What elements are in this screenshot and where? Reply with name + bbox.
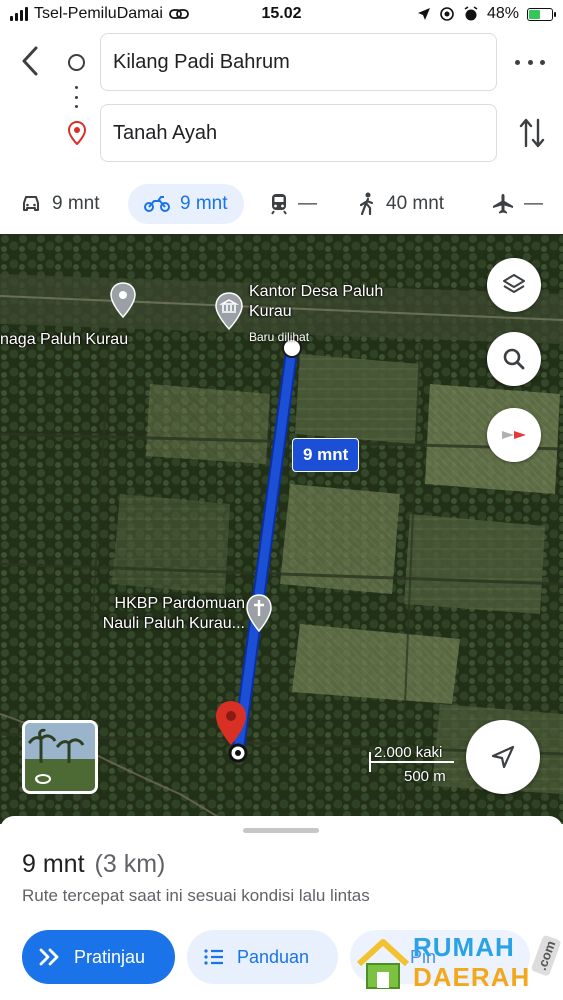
destination-input[interactable]: Tanah Ayah — [100, 104, 497, 162]
tab-transit[interactable]: — — [270, 184, 317, 224]
travel-mode-tabs: 9 mnt 9 mnt — 40 mnt — — [0, 184, 563, 226]
street-view-image — [25, 723, 95, 791]
tab-flight-label: — — [524, 193, 543, 214]
house-icon — [356, 939, 410, 989]
more-options-icon[interactable] — [515, 50, 545, 74]
layers-button[interactable] — [487, 258, 541, 312]
church-icon[interactable] — [245, 594, 273, 632]
route-duration: 9 mnt — [22, 850, 85, 878]
sheet-drag-handle[interactable] — [243, 828, 319, 833]
route-summary-sheet[interactable]: 9 mnt (3 km) Rute tercepat saat ini sesua… — [0, 816, 563, 1000]
alarm-icon — [464, 6, 478, 21]
motorcycle-icon — [144, 196, 170, 212]
map-label-church[interactable]: HKBP Pardomuan Nauli Paluh Kurau... — [80, 594, 245, 634]
government-building-icon[interactable] — [214, 292, 244, 330]
watermark-logo: RUMAH DAERAH .com — [355, 932, 562, 998]
tab-flight[interactable]: — — [492, 184, 543, 224]
scale-imperial: 2.000 kaki — [374, 744, 443, 761]
preview-button[interactable]: Pratinjau — [22, 930, 175, 984]
tab-car-label: 9 mnt — [52, 193, 100, 214]
battery-percent: 48% — [486, 5, 519, 22]
search-button[interactable] — [487, 332, 541, 386]
watermark-line1: RUMAH — [413, 932, 515, 962]
tab-walk[interactable]: 40 mnt — [358, 184, 444, 224]
search-icon — [503, 348, 525, 370]
scale-metric: 500 m — [404, 768, 446, 785]
list-icon — [204, 949, 223, 965]
map-label-recently-viewed: Baru dilihat — [249, 330, 310, 344]
double-chevron-icon — [39, 948, 59, 966]
destination-marker-icon — [216, 701, 246, 745]
swap-icon[interactable] — [518, 116, 546, 150]
preview-button-label: Pratinjau — [74, 946, 146, 967]
map-label-left-place[interactable]: naga Paluh Kurau — [0, 330, 128, 350]
route-duration-badge: 9 mnt — [292, 438, 360, 472]
status-right: 48% — [417, 5, 556, 23]
map-scale: 2.000 kaki 500 m — [368, 744, 456, 788]
compass-icon — [502, 431, 526, 439]
layers-icon — [503, 274, 525, 293]
watermark-line2: DAERAH — [413, 962, 531, 992]
origin-input[interactable]: Kilang Padi Bahrum — [100, 33, 497, 91]
guide-button-label: Panduan — [237, 946, 310, 967]
map-label-village-office[interactable]: Kantor Desa Paluh Kurau — [249, 282, 419, 322]
plane-icon — [493, 194, 513, 214]
route-description: Rute tercepat saat ini sesuai kondisi la… — [22, 886, 370, 905]
route-summary: 9 mnt (3 km) — [22, 850, 165, 879]
battery-icon — [527, 7, 556, 21]
compass-button[interactable] — [487, 408, 541, 462]
origin-circle-icon — [68, 54, 85, 71]
place-pin-icon[interactable] — [109, 282, 137, 318]
tab-motorcycle[interactable]: 9 mnt — [128, 184, 244, 224]
status-bar: Tsel-PemiluDamai 15.02 48% — [0, 0, 563, 30]
walk-icon — [359, 192, 374, 216]
route-distance: (3 km) — [94, 850, 166, 878]
guide-button[interactable]: Panduan — [187, 930, 338, 984]
route-dots-icon — [75, 86, 79, 108]
location-arrow-icon — [417, 8, 430, 20]
navigation-arrow-icon — [491, 745, 515, 769]
train-icon — [271, 194, 287, 215]
car-icon — [23, 196, 39, 211]
tab-transit-label: — — [298, 193, 317, 214]
orientation-lock-icon — [440, 7, 454, 21]
tab-walk-label: 40 mnt — [386, 193, 445, 214]
destination-pin-icon — [67, 121, 87, 145]
my-location-button[interactable] — [466, 720, 540, 794]
back-arrow-icon[interactable] — [16, 44, 46, 78]
watermark-suffix: .com — [530, 934, 562, 977]
street-view-thumbnail[interactable] — [22, 720, 98, 794]
tab-car[interactable]: 9 mnt — [20, 184, 100, 224]
map-view[interactable]: naga Paluh Kurau Kantor Desa Paluh Kurau… — [0, 234, 563, 824]
tab-motorcycle-label: 9 mnt — [180, 193, 228, 214]
